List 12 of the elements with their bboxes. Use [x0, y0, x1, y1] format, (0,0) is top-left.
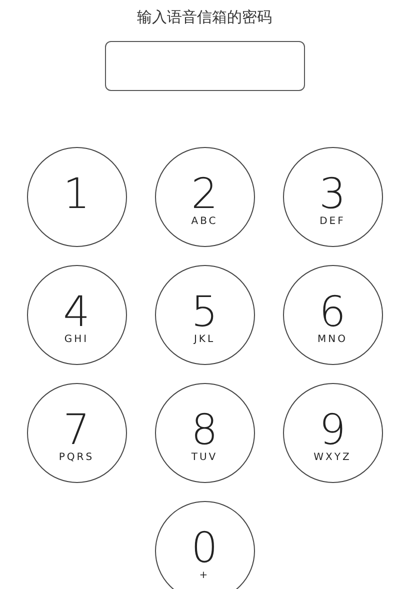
- prompt-title: 输入语音信箱的密码: [137, 7, 272, 27]
- keypad-key[interactable]: 6 MNO: [282, 265, 382, 365]
- keypad-key[interactable]: 9 WXYZ: [282, 383, 382, 483]
- keypad-key[interactable]: 1: [26, 147, 126, 247]
- keypad-key[interactable]: 7 PQRS: [26, 383, 126, 483]
- keypad-key[interactable]: 3 DEF: [282, 147, 382, 247]
- keypad-key[interactable]: 5 JKL: [154, 265, 254, 365]
- passcode-field[interactable]: [104, 41, 304, 91]
- keypad-key[interactable]: 4 GHI: [26, 265, 126, 365]
- keypad-key[interactable]: 0 +: [154, 501, 254, 589]
- keypad-key[interactable]: 8 TUV: [154, 383, 254, 483]
- keypad-key[interactable]: 2 ABC: [154, 147, 254, 247]
